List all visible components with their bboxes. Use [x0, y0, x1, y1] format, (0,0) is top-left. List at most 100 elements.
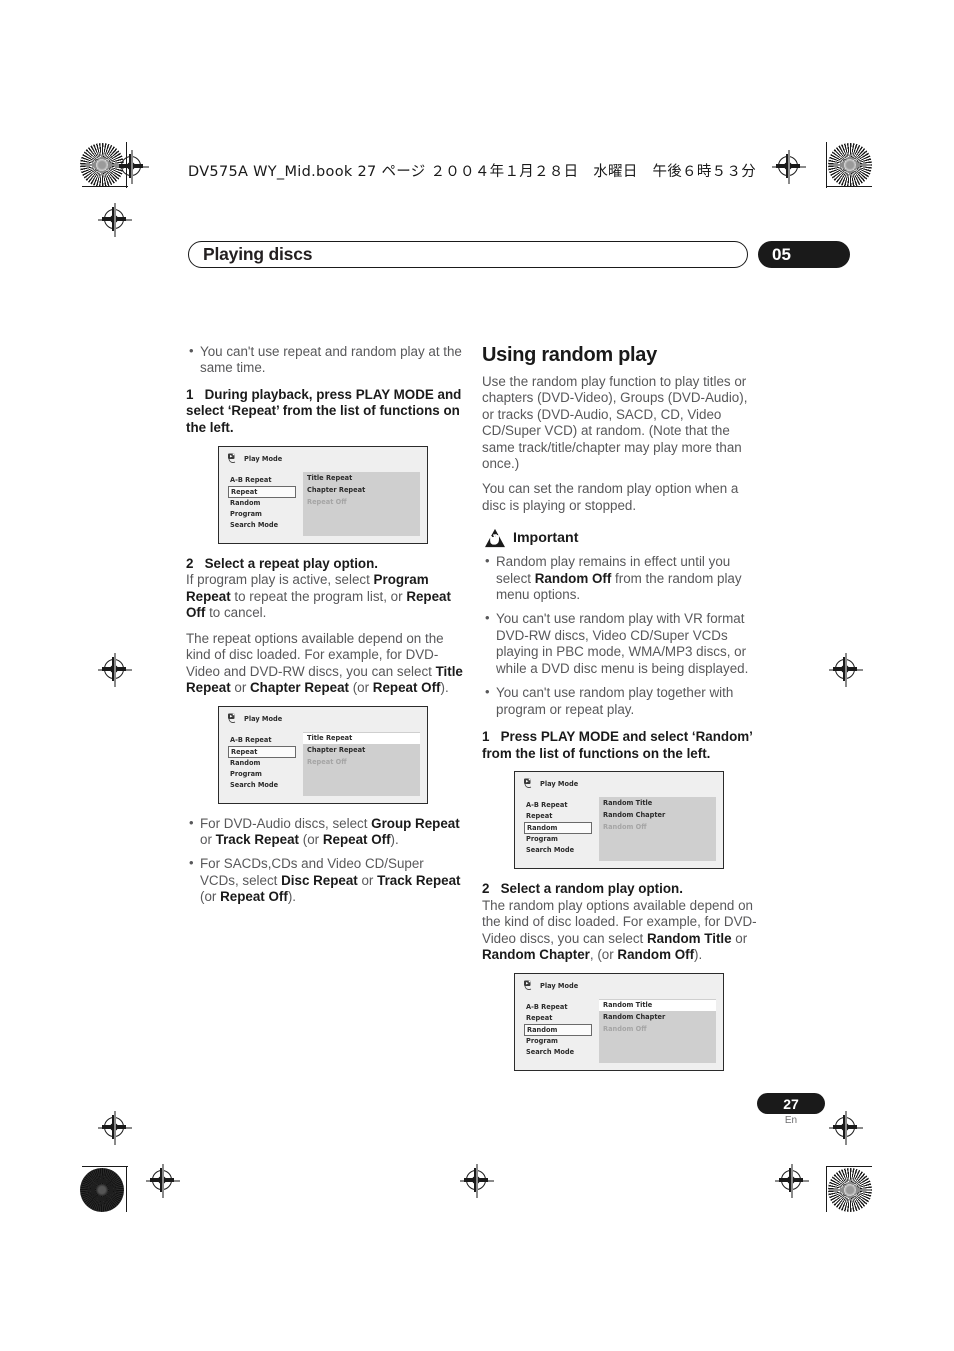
osd-menu-item-repeat: Repeat [228, 745, 296, 758]
step-body-part-4: ). [694, 947, 703, 963]
important-heading: Important [484, 528, 760, 548]
list-item: Random play remains in effect until you … [482, 553, 760, 603]
step-body-a2: to repeat the program list, or [230, 588, 407, 604]
crop-mark-bottom-right-h [826, 1166, 872, 1167]
osd-menu-item-search-mode: Search Mode [230, 780, 279, 789]
osd-title-label: Play Mode [540, 780, 579, 789]
osd-menu-item-repeat: Repeat [228, 485, 296, 498]
osd-menu-item-random: Random [230, 498, 261, 507]
crop-mark-top-left-h [82, 186, 128, 187]
page-language-label: En [784, 1115, 798, 1126]
right-step-2: 2 Select a random play option. The rando… [482, 881, 760, 964]
osd-menu-item-program: Program [230, 509, 262, 518]
play-mode-icon [524, 980, 532, 990]
registration-crosshair-left-middle [98, 653, 132, 687]
osd-menu-item-repeat: Repeat [526, 812, 553, 821]
page-title: Playing discs [203, 244, 313, 264]
bold-repeat-off: Repeat Off [322, 832, 391, 847]
step-text: During playback, press PLAY MODE and sel… [186, 386, 462, 435]
warning-triangle-icon [485, 529, 505, 548]
osd-title-label: Play Mode [540, 982, 579, 991]
osd-options-panel: Title Repeat Chapter Repeat Repeat Off [303, 471, 420, 536]
osd-menu-item-random: Random [230, 758, 261, 767]
registration-crosshair-top-left [115, 150, 149, 184]
important-bullet-list: Random play remains in effect until you … [482, 553, 760, 718]
bullet-part-4: ). [390, 832, 399, 847]
osd-menu-item-random: Random [524, 1024, 592, 1037]
list-item: For SACDs,CDs and Video CD/Super VCDs, s… [186, 855, 464, 905]
right-step-1: 1 Press PLAY MODE and select ‘Random’ fr… [482, 729, 760, 762]
bullet-part-3: (or [299, 832, 323, 847]
step-heading: Select a repeat play option. [204, 555, 379, 571]
right-column: Using random play Use the random play fu… [482, 344, 760, 1083]
bullet-part-1: For DVD-Audio discs, select [200, 815, 372, 831]
list-item: You can't use random play with VR format… [482, 610, 760, 677]
paragraph-part-4: ). [440, 680, 449, 696]
registration-star-bottom-right [828, 1168, 872, 1212]
osd-option-title-repeat: Title Repeat [303, 732, 420, 744]
step-heading: Select a random play option. [500, 881, 683, 897]
osd-option-random-off: Random Off [603, 1025, 647, 1034]
osd-menu-item-ab-repeat: A-B Repeat [230, 475, 272, 484]
osd-options-panel: Title Repeat Chapter Repeat Repeat Off [303, 731, 420, 796]
play-mode-icon [228, 453, 236, 463]
osd-menu-item-ab-repeat: A-B Repeat [526, 801, 568, 810]
osd-option-random-off: Random Off [603, 823, 647, 832]
random-play-intro-2: You can set the random play option when … [482, 481, 739, 513]
step-body-part-2: or [731, 930, 748, 946]
registration-crosshair-top-right [772, 150, 806, 184]
osd-menu-item-program: Program [230, 769, 262, 778]
random-play-intro-1: Use the random play function to play tit… [482, 374, 748, 472]
paragraph-part-1: The repeat options available depend on t… [186, 630, 444, 679]
osd-menu-item-search-mode: Search Mode [526, 1048, 575, 1057]
left-top-bullet-list: You can't use repeat and random play at … [186, 343, 464, 377]
registration-crosshair-bottom-left [146, 1164, 180, 1198]
chapter-title-bar: Playing discs [188, 241, 748, 268]
registration-star-bottom-left [80, 1168, 124, 1212]
book-file-header: DV575A WY_Mid.book 27 ページ ２００４年１月２８日 水曜日… [188, 164, 757, 180]
registration-star-top-right [828, 143, 872, 187]
osd-play-mode-random-selected: Play Mode A-B Repeat Repeat Random Progr… [514, 973, 724, 1072]
osd-menu-item-ab-repeat: A-B Repeat [230, 735, 272, 744]
osd-menu-item-search-mode: Search Mode [526, 846, 575, 855]
bold-chapter-repeat: Chapter Repeat [250, 680, 349, 696]
osd-title-label: Play Mode [244, 454, 283, 463]
osd-option-random-chapter: Random Chapter [603, 1013, 666, 1022]
left-column: You can't use repeat and random play at … [186, 343, 464, 916]
osd-menu-item-repeat: Repeat [526, 1014, 553, 1023]
crop-mark-bottom-right-v [826, 1166, 827, 1212]
bold-random-chapter: Random Chapter [482, 947, 590, 963]
step-number: 2 [482, 881, 490, 897]
osd-title: Play Mode [227, 713, 282, 725]
left-bottom-bullet-list: For DVD-Audio discs, select Group Repeat… [186, 815, 464, 906]
osd-play-mode-repeat: Play Mode A-B Repeat Repeat Random Progr… [218, 445, 428, 544]
osd-option-random-title: Random Title [599, 1000, 716, 1012]
bold-random-off: Random Off [534, 570, 612, 586]
left-step-1: 1 During playback, press PLAY MODE and s… [186, 387, 464, 437]
crop-mark-top-right-v [826, 142, 827, 188]
step-number: 1 [186, 386, 194, 402]
osd-option-chapter-repeat: Chapter Repeat [307, 485, 366, 494]
osd-menu-item-program: Program [526, 1037, 558, 1046]
osd-menu-item-program: Program [526, 835, 558, 844]
bullet-part-2: or [357, 872, 378, 888]
registration-crosshair-bottom-right [775, 1164, 809, 1198]
paragraph-part-3: (or [348, 680, 373, 696]
bold-track-repeat: Track Repeat [215, 832, 300, 847]
registration-crosshair-left-lower [98, 1111, 132, 1145]
osd-play-mode-repeat-selected: Play Mode A-B Repeat Repeat Random Progr… [218, 705, 428, 804]
osd-play-mode-random: Play Mode A-B Repeat Repeat Random Progr… [514, 771, 724, 870]
bold-disc-repeat: Disc Repeat [281, 872, 358, 888]
crop-mark-top-right-h [826, 186, 872, 187]
osd-menu-list: A-B Repeat Repeat Random Program Search … [524, 1002, 592, 1058]
crop-mark-bottom-left-h [82, 1166, 128, 1167]
crop-mark-bottom-left-v [126, 1166, 127, 1212]
bullet-part-2: or [200, 832, 216, 847]
osd-options-panel: Random Title Random Chapter Random Off [599, 797, 716, 862]
bold-random-title: Random Title [647, 930, 732, 946]
osd-option-repeat-off: Repeat Off [307, 757, 347, 766]
step-body-a1: If program play is active, select [186, 572, 374, 588]
osd-menu-list: A-B Repeat Repeat Random Program Search … [524, 800, 592, 856]
bold-track-repeat: Track Repeat [377, 872, 461, 888]
osd-title: Play Mode [523, 778, 578, 790]
